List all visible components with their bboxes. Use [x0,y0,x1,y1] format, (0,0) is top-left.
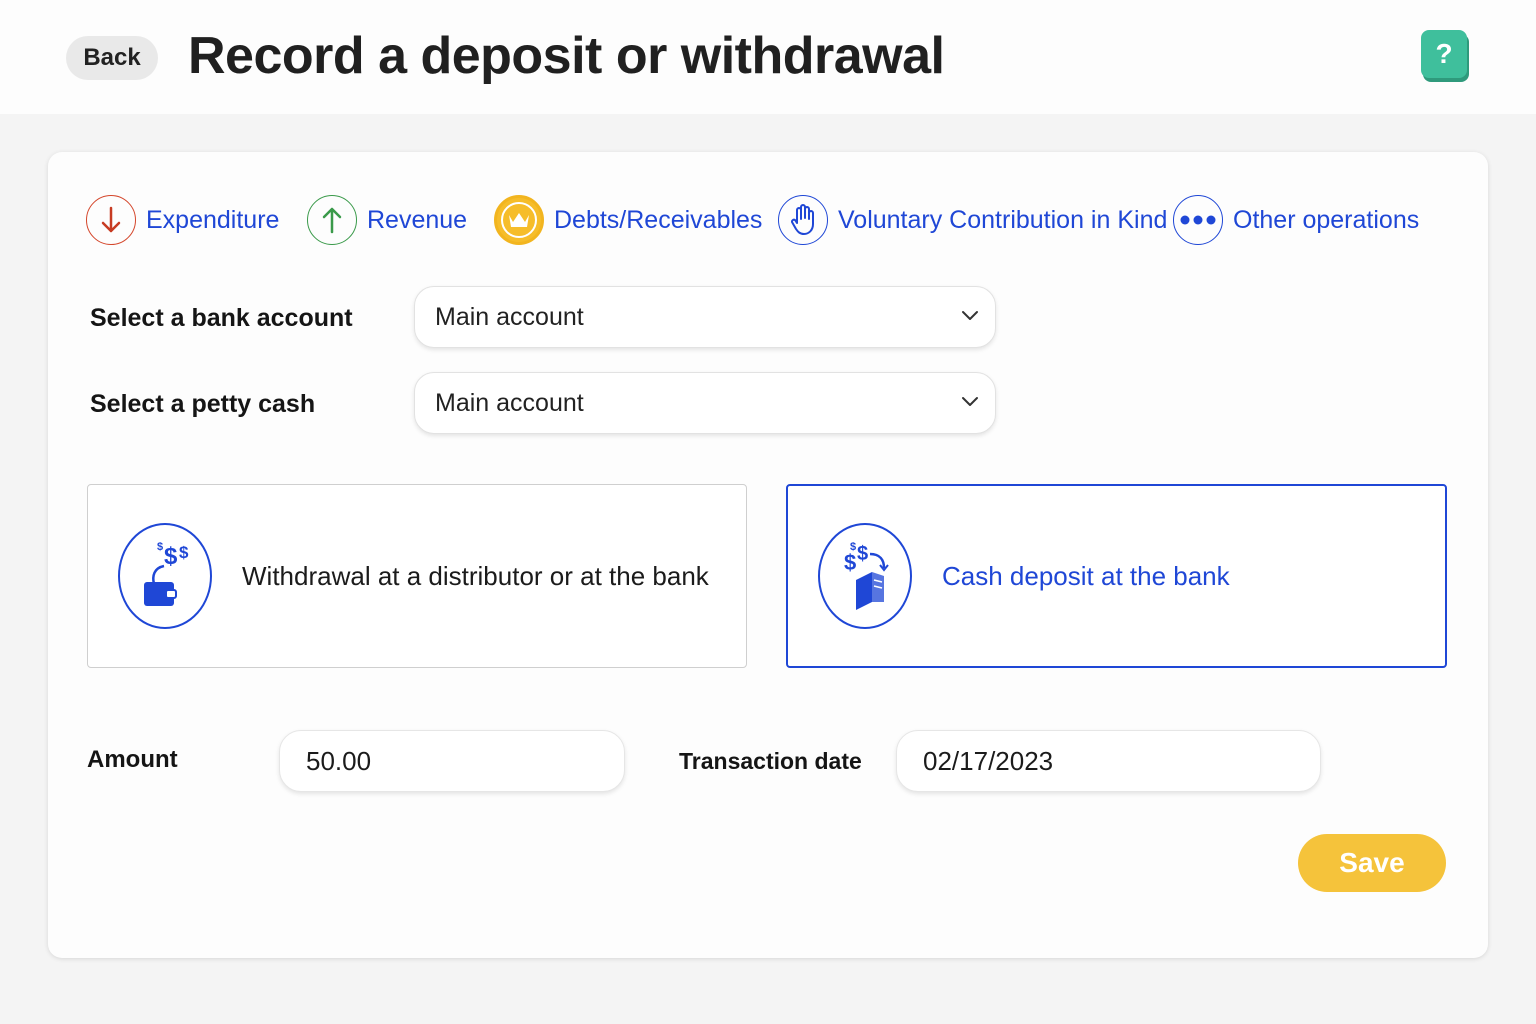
amount-value: 50.00 [306,745,372,776]
svg-text:$: $ [164,543,178,570]
tab-debts-receivables[interactable]: Debts/Receivables [494,192,762,248]
help-icon: ? [1435,38,1453,69]
back-button[interactable]: Back [66,36,158,80]
form-card: Expenditure Revenue Debts/Receivables Vo… [48,152,1488,958]
withdrawal-option-card[interactable]: $ $ $ Withdrawal at a distributor or at … [87,484,747,668]
tab-other-operations-label: Other operations [1233,205,1420,234]
crown-icon [494,195,544,245]
more-dots-icon [1173,195,1223,245]
transaction-date-label: Transaction date [679,748,862,774]
cash-deposit-option-card[interactable]: $ $ $ Cash deposit at the bank [786,484,1447,668]
petty-cash-select[interactable]: Main account [414,372,996,434]
svg-text:$: $ [850,541,856,553]
svg-text:$: $ [844,550,856,575]
withdrawal-option-label: Withdrawal at a distributor or at the ba… [242,560,709,591]
chevron-down-icon [962,397,978,406]
tab-other-operations[interactable]: Other operations [1173,192,1419,248]
amount-label: Amount [87,746,178,773]
chevron-down-icon [962,311,978,320]
tab-voluntary-contribution[interactable]: Voluntary Contribution in Kind [778,192,1167,248]
arrow-down-icon [86,195,136,245]
hand-icon [778,195,828,245]
svg-text:$: $ [179,543,189,562]
arrow-up-icon [307,195,357,245]
tab-voluntary-contribution-label: Voluntary Contribution in Kind [838,205,1168,234]
petty-cash-value: Main account [435,388,584,417]
cash-deposit-option-label: Cash deposit at the bank [942,560,1230,591]
page-title: Record a deposit or withdrawal [188,27,945,85]
header-bar: Back Record a deposit or withdrawal ? [0,0,1536,114]
petty-cash-label: Select a petty cash [90,390,316,418]
transaction-date-value: 02/17/2023 [923,745,1054,776]
cash-deposit-icon: $ $ $ [818,523,912,629]
transaction-date-input[interactable]: 02/17/2023 [896,730,1321,792]
svg-text:$: $ [857,543,868,565]
tab-expenditure[interactable]: Expenditure [86,192,279,248]
help-button[interactable]: ? [1421,30,1467,78]
tab-revenue-label: Revenue [367,205,468,234]
amount-input[interactable]: 50.00 [279,730,625,792]
save-button[interactable]: Save [1298,834,1446,892]
save-button-label: Save [1339,847,1405,878]
tab-expenditure-label: Expenditure [146,205,280,234]
tab-revenue[interactable]: Revenue [307,192,467,248]
bank-account-select[interactable]: Main account [414,286,996,348]
bank-account-value: Main account [435,302,584,331]
bank-account-label: Select a bank account [90,304,353,332]
svg-text:$: $ [157,541,163,553]
wallet-withdrawal-icon: $ $ $ [118,523,212,629]
tab-debts-receivables-label: Debts/Receivables [554,205,763,234]
